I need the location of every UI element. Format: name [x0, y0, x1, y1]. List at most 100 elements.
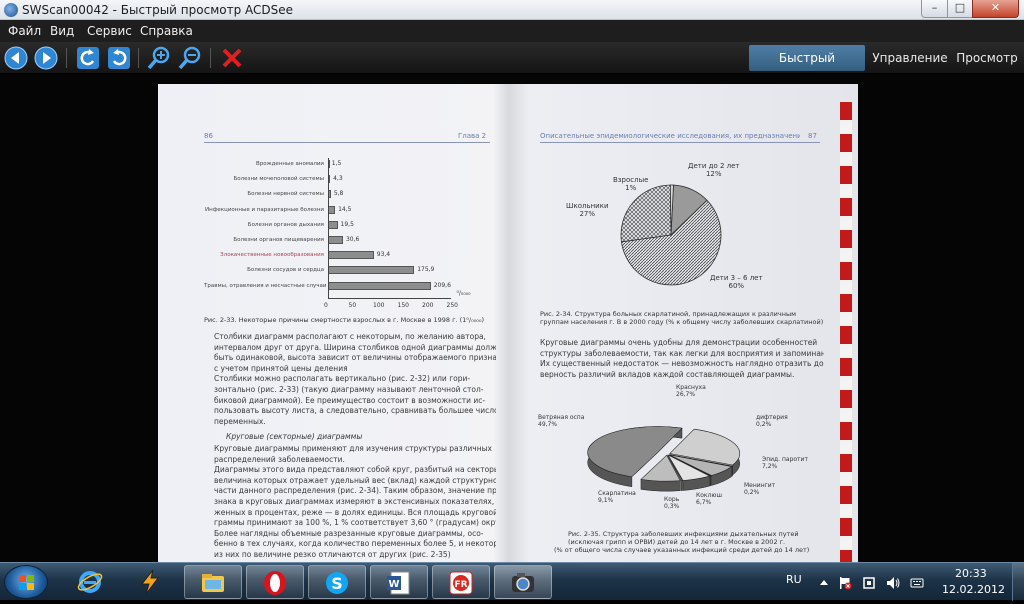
opera-icon: [261, 569, 289, 597]
fig-2-34-caption-2: группам населения г. В в 2000 году (% к …: [540, 318, 840, 326]
back-icon[interactable]: [4, 46, 28, 70]
tab-view[interactable]: Просмотр: [954, 45, 1020, 71]
left-page-text-line: распределений заболеваемости.: [214, 455, 496, 465]
bar-value-label: 175,9: [417, 266, 434, 273]
pie-label-schoolchildren: Школьники27%: [566, 202, 609, 218]
winamp-icon: [136, 568, 164, 596]
taskbar-winamp[interactable]: [122, 565, 180, 599]
pie3-label-scarlet-fever: Скарлатина9,1%: [598, 490, 636, 504]
rotate-right-icon[interactable]: [107, 46, 131, 70]
taskbar-word[interactable]: W: [370, 565, 428, 599]
close-button[interactable]: ✕: [972, 0, 1019, 18]
svg-text:W: W: [388, 579, 399, 590]
clock-date[interactable]: 12.02.2012: [942, 583, 1005, 596]
language-indicator[interactable]: RU: [786, 573, 802, 586]
x-tick-label: 50: [349, 302, 357, 309]
word-icon: W: [385, 569, 413, 597]
tab-manage[interactable]: Управление: [870, 45, 950, 71]
tab-quick-view[interactable]: Быстрый просмотр: [749, 45, 865, 71]
show-hidden-icons-icon[interactable]: [817, 575, 831, 589]
section-heading: Круговые (секторные) диаграммы: [226, 432, 362, 441]
header-rule: [204, 142, 490, 143]
maximize-button[interactable]: □: [947, 0, 973, 18]
forward-icon[interactable]: [34, 46, 58, 70]
bar-category-label: Болезни нервной системы: [204, 191, 324, 197]
bar-value-label: 14,5: [338, 206, 351, 213]
volume-icon[interactable]: [886, 575, 900, 589]
bar: [328, 236, 343, 244]
left-page-text-line: женных в процентах, реже — в долях едини…: [214, 508, 496, 518]
zoom-in-icon[interactable]: [147, 46, 171, 70]
left-page-text-line: с учетом принятой цены деления: [214, 364, 496, 374]
ie-icon: [76, 568, 104, 596]
pie-label-children-3-6: Дети 3 – 6 лет60%: [710, 274, 763, 290]
menu-help[interactable]: Справка: [140, 24, 193, 38]
action-center-flag-icon[interactable]: [838, 575, 852, 589]
menu-file[interactable]: Файл: [8, 24, 41, 38]
pie3-slice-side: [710, 476, 711, 486]
device-icon[interactable]: [862, 575, 876, 589]
keyboard-layout-icon[interactable]: [910, 575, 924, 589]
bar-value-label: 30,6: [346, 236, 359, 243]
left-chapter-title: Глава 2: [458, 132, 486, 140]
bar-value-label: 1,5: [332, 160, 342, 167]
left-page-text-line: переменных.: [214, 417, 496, 427]
bar-category-label: Болезни органов пищеварения: [204, 237, 324, 243]
acdsee-window: SWScan00042 - Быстрый просмотр ACDSee – …: [0, 0, 1024, 562]
left-page-text-line: части данного распределения (рис. 2-34).…: [214, 486, 496, 496]
left-page-text-line: интервалом друг от друга. Ширина столбик…: [214, 343, 496, 353]
left-page-text-line: Диаграммы этого вида представляют собой …: [214, 465, 496, 475]
bar-value-label: 93,4: [377, 251, 390, 258]
left-page-text-line: Столбики можно располагать вертикально (…: [214, 374, 496, 384]
title-bar[interactable]: SWScan00042 - Быстрый просмотр ACDSee – …: [0, 0, 1024, 20]
menu-tools[interactable]: Сервис: [87, 24, 132, 38]
menu-view[interactable]: Вид: [50, 24, 74, 38]
delete-icon[interactable]: [220, 46, 244, 70]
scanned-image: 86 Глава 2 Описательные эпидемиологическ…: [158, 84, 858, 562]
fig-2-35-caption-1: Рис. 2-35. Структура заболевших инфекция…: [568, 530, 818, 538]
taskbar-skype[interactable]: S: [308, 565, 366, 599]
x-tick-label: 250: [447, 302, 458, 309]
fig-2-34-caption-1: Рис. 2-34. Структура больных скарлатиной…: [540, 310, 840, 318]
bar: [328, 266, 414, 274]
bar: [328, 282, 431, 290]
zoom-out-icon[interactable]: [178, 46, 202, 70]
skype-icon: S: [323, 569, 351, 597]
x-axis-unit: ⁰/₀₀₀₀: [457, 290, 471, 297]
pie3-label-measles: Корь0,3%: [664, 496, 679, 510]
image-viewer[interactable]: 86 Глава 2 Описательные эпидемиологическ…: [0, 74, 1024, 562]
x-tick-label: 0: [324, 302, 328, 309]
toolbar-separator: [66, 48, 67, 68]
acdsee-app-icon: [4, 3, 18, 17]
left-page-text-line: величина которых отражает удельный вес (…: [214, 476, 496, 486]
bar: [328, 251, 374, 259]
left-page-text-line: граммы принимают за 100 %, 1 % соответст…: [214, 518, 496, 528]
bar-category-label: Инфекционные и паразитарные болезни: [204, 207, 324, 213]
fig-2-33-caption: Рис. 2-33. Некоторые причины смертности …: [204, 316, 494, 324]
clock-time[interactable]: 20:33: [955, 567, 987, 580]
minimize-button[interactable]: –: [921, 0, 948, 18]
left-page-text-line: зонтально (рис. 2-33) (такую диаграмму н…: [214, 385, 496, 395]
taskbar-explorer[interactable]: [184, 565, 242, 599]
pie3-label-rubella: Краснуха26,7%: [676, 384, 706, 398]
left-page-text-line: пользовать высоту листа, а следовательно…: [214, 406, 496, 416]
rotate-left-icon[interactable]: [76, 46, 100, 70]
acdsee-icon: [509, 569, 537, 597]
start-button[interactable]: [4, 565, 48, 599]
taskbar-foxit[interactable]: FR: [432, 565, 490, 599]
pie-label-adults: Взрослые1%: [613, 176, 648, 192]
show-desktop-button[interactable]: [1012, 563, 1024, 601]
bar-category-label: Болезни мочеполовой системы: [204, 176, 324, 182]
fig-2-35-caption-3: (% от общего числа случаев указанных инф…: [554, 546, 824, 554]
taskbar-opera[interactable]: [246, 565, 304, 599]
pie3-label-meningitis: Менингит0,2%: [744, 482, 775, 496]
left-page-text-line: знака в круговых диаграммах измеряют в э…: [214, 497, 496, 507]
taskbar-acdsee[interactable]: [494, 565, 552, 599]
window-title: SWScan00042 - Быстрый просмотр ACDSee: [22, 3, 293, 17]
bar-value-label: 5,8: [334, 190, 344, 197]
right-page-text-line: верность различий вкладов каждой составл…: [540, 370, 824, 380]
taskbar-ie[interactable]: [62, 565, 120, 599]
foxit-icon: FR: [447, 569, 475, 597]
bar-category-label: Врожденные аномалии: [204, 161, 324, 167]
right-page-number: 87: [808, 132, 817, 140]
